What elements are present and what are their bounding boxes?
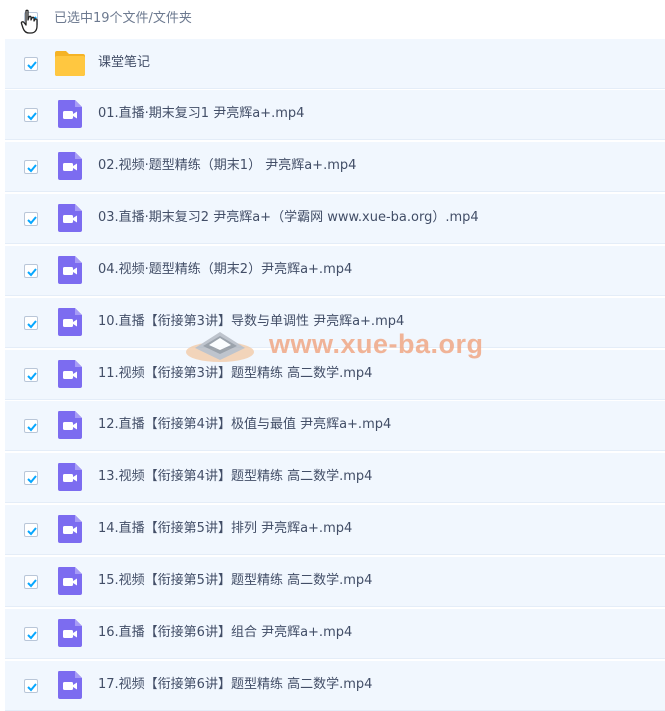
file-name[interactable]: 15.视频【衔接第5讲】题型精练 高二数学.mp4 (98, 572, 372, 590)
file-row[interactable]: 13.视频【衔接第4讲】题型精练 高二数学.mp4 (5, 453, 665, 503)
checkmark-icon (27, 112, 37, 121)
video-file-icon (58, 256, 82, 284)
file-name[interactable]: 13.视频【衔接第4讲】题型精练 高二数学.mp4 (98, 468, 372, 486)
video-file-icon (58, 204, 82, 232)
file-name[interactable]: 03.直播·期末复习2 尹亮辉a+（学霸网 www.xue-ba.org）.mp… (98, 209, 479, 227)
video-file-icon (58, 463, 82, 491)
video-file-icon (58, 515, 82, 543)
file-row[interactable]: 03.直播·期末复习2 尹亮辉a+（学霸网 www.xue-ba.org）.mp… (5, 194, 665, 244)
row-checkbox[interactable] (24, 316, 38, 330)
row-checkbox[interactable] (24, 419, 38, 433)
hand-pointer-icon (20, 9, 38, 34)
checkmark-icon (27, 268, 37, 277)
file-row[interactable]: 11.视频【衔接第3讲】题型精练 高二数学.mp4 (5, 350, 665, 400)
row-checkbox[interactable] (24, 627, 38, 641)
file-row[interactable]: 16.直播【衔接第6讲】组合 尹亮辉a+.mp4 (5, 609, 665, 659)
row-checkbox[interactable] (24, 212, 38, 226)
checkmark-icon (27, 527, 37, 536)
file-name[interactable]: 10.直播【衔接第3讲】导数与单调性 尹亮辉a+.mp4 (98, 313, 404, 331)
file-row[interactable]: 01.直播·期末复习1 尹亮辉a+.mp4 (5, 90, 665, 140)
video-file-icon (58, 411, 82, 439)
checkmark-icon (27, 216, 37, 225)
video-file-icon (58, 567, 82, 595)
checkmark-icon (27, 320, 37, 329)
file-row[interactable]: 15.视频【衔接第5讲】题型精练 高二数学.mp4 (5, 557, 665, 607)
row-checkbox[interactable] (24, 108, 38, 122)
row-checkbox[interactable] (24, 679, 38, 693)
file-name[interactable]: 01.直播·期末复习1 尹亮辉a+.mp4 (98, 105, 304, 123)
checkmark-icon (27, 683, 37, 692)
row-checkbox[interactable] (24, 368, 38, 382)
checkmark-icon (27, 61, 37, 70)
video-file-icon (58, 360, 82, 388)
file-name[interactable]: 14.直播【衔接第5讲】排列 尹亮辉a+.mp4 (98, 520, 352, 538)
row-checkbox[interactable] (24, 523, 38, 537)
file-row[interactable]: 10.直播【衔接第3讲】导数与单调性 尹亮辉a+.mp4 (5, 298, 665, 348)
file-name[interactable]: 课堂笔记 (98, 54, 150, 72)
folder-icon (55, 51, 85, 76)
video-file-icon (58, 308, 82, 336)
video-file-icon (58, 671, 82, 699)
folder-row[interactable]: 课堂笔记 (5, 39, 665, 89)
checkmark-icon (27, 423, 37, 432)
row-checkbox[interactable] (24, 264, 38, 278)
row-checkbox[interactable] (24, 575, 38, 589)
selection-header: 已选中19个文件/文件夹 (0, 0, 665, 38)
row-checkbox[interactable] (24, 471, 38, 485)
checkmark-icon (27, 579, 37, 588)
file-row[interactable]: 02.视频·题型精练（期末1） 尹亮辉a+.mp4 (5, 142, 665, 192)
video-file-icon (58, 100, 82, 128)
file-row[interactable]: 17.视频【衔接第6讲】题型精练 高二数学.mp4 (5, 661, 665, 711)
file-name[interactable]: 11.视频【衔接第3讲】题型精练 高二数学.mp4 (98, 365, 372, 383)
file-row[interactable]: 12.直播【衔接第4讲】极值与最值 尹亮辉a+.mp4 (5, 401, 665, 451)
checkmark-icon (27, 372, 37, 381)
row-checkbox[interactable] (24, 57, 38, 71)
checkmark-icon (27, 631, 37, 640)
file-name[interactable]: 04.视频·题型精练（期末2）尹亮辉a+.mp4 (98, 261, 352, 279)
file-row[interactable]: 14.直播【衔接第5讲】排列 尹亮辉a+.mp4 (5, 505, 665, 555)
row-checkbox[interactable] (24, 160, 38, 174)
video-file-icon (58, 152, 82, 180)
selection-count-text: 已选中19个文件/文件夹 (54, 11, 192, 26)
file-name[interactable]: 12.直播【衔接第4讲】极值与最值 尹亮辉a+.mp4 (98, 416, 391, 434)
file-row[interactable]: 04.视频·题型精练（期末2）尹亮辉a+.mp4 (5, 246, 665, 296)
checkmark-icon (27, 164, 37, 173)
video-file-icon (58, 619, 82, 647)
file-name[interactable]: 17.视频【衔接第6讲】题型精练 高二数学.mp4 (98, 676, 372, 694)
checkmark-icon (27, 475, 37, 484)
file-name[interactable]: 16.直播【衔接第6讲】组合 尹亮辉a+.mp4 (98, 624, 352, 642)
file-name[interactable]: 02.视频·题型精练（期末1） 尹亮辉a+.mp4 (98, 157, 356, 175)
